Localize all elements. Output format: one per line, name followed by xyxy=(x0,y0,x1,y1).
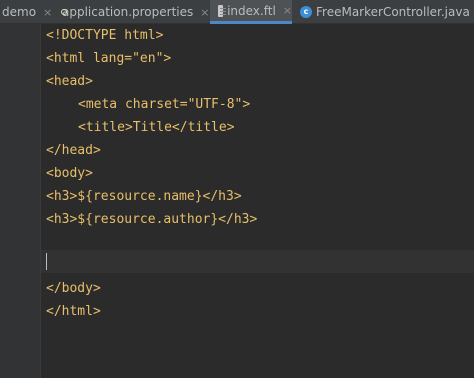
close-icon[interactable]: × xyxy=(200,6,209,19)
tab-freemarkercontroller-java[interactable]: c FreeMarkerController.java xyxy=(296,0,474,24)
code-line[interactable]: <html lang="en"> xyxy=(46,47,171,70)
code-line[interactable]: </html> xyxy=(46,300,101,323)
code-line[interactable]: </body> xyxy=(46,277,101,300)
code-line[interactable]: <h3>${resource.name}</h3> xyxy=(46,185,242,208)
tab-index-ftl[interactable]: index.ftl × xyxy=(210,0,292,24)
tab-demo[interactable]: demo × xyxy=(0,0,52,24)
code-line[interactable]: <body> xyxy=(46,162,93,185)
tab-label: FreeMarkerController.java xyxy=(316,5,470,19)
code-line[interactable]: <meta charset="UTF-8"> xyxy=(78,93,250,116)
code-line[interactable]: </head> xyxy=(46,139,101,162)
tab-label: index.ftl xyxy=(227,3,276,18)
text-caret xyxy=(46,253,47,270)
tab-application-properties[interactable]: application.properties × xyxy=(58,0,209,24)
code-line[interactable]: <title>Title</title> xyxy=(78,116,235,139)
code-editor[interactable]: <!DOCTYPE html> <html lang="en"> <head> … xyxy=(41,24,474,378)
tab-label: application.properties xyxy=(62,5,194,19)
editor-tab-bar: demo × application.properties × index.ft… xyxy=(0,0,474,24)
close-icon[interactable]: × xyxy=(283,4,292,17)
class-icon: c xyxy=(300,6,312,18)
line-number-gutter[interactable] xyxy=(0,24,41,378)
tab-label: demo xyxy=(2,5,37,19)
file-icon xyxy=(218,4,227,17)
code-line[interactable]: <!DOCTYPE html> xyxy=(46,24,163,47)
close-icon[interactable]: × xyxy=(43,6,52,19)
current-line-highlight xyxy=(41,250,474,273)
code-line[interactable]: <h3>${resource.author}</h3> xyxy=(46,208,257,231)
code-line[interactable]: <head> xyxy=(46,70,93,93)
